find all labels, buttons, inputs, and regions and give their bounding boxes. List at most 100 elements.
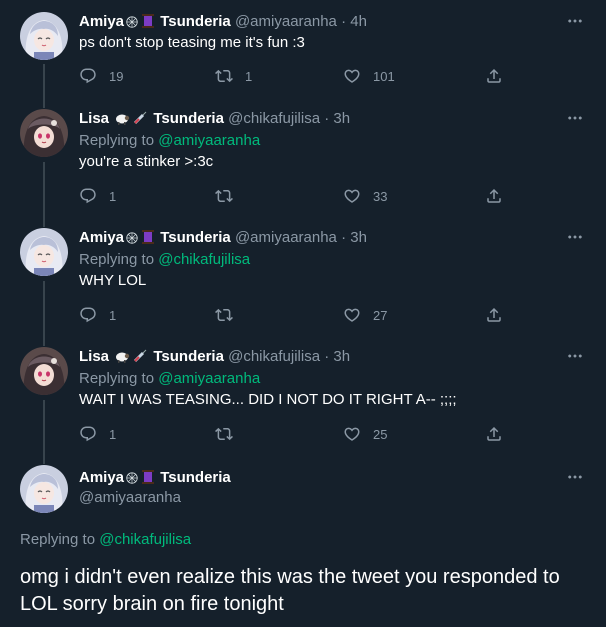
reply-icon (79, 425, 97, 443)
display-name[interactable]: Amiya (79, 229, 124, 246)
timestamp[interactable]: 4h (350, 13, 367, 30)
retweet-icon (215, 67, 233, 85)
tweet-header: Lisa Tsunderia @chikafujilisa · 3h (79, 347, 566, 367)
scroll-emoji (141, 229, 155, 251)
retweet-button[interactable] (215, 424, 245, 444)
more-icon[interactable] (566, 468, 584, 488)
avatar[interactable] (20, 12, 68, 60)
tweet[interactable]: Amiya Tsunderia @amiyaaranha · 3h Replyi… (0, 227, 606, 346)
mention-link[interactable]: @amiyaaranha (158, 132, 260, 149)
tweet-actions: 1 33 (79, 186, 499, 206)
tweet[interactable]: Amiya Tsunderia @amiyaaranha · 4h ps don… (0, 0, 606, 108)
reply-icon (79, 306, 97, 324)
timestamp[interactable]: 3h (333, 348, 350, 365)
share-button[interactable] (485, 66, 503, 86)
retweet-icon (215, 425, 233, 443)
retweet-button[interactable]: 1 (215, 66, 252, 86)
syringe-emoji (132, 110, 148, 132)
reply-icon (79, 67, 97, 85)
display-name-suffix[interactable]: Tsunderia (160, 13, 231, 30)
like-button[interactable]: 25 (343, 424, 387, 444)
display-name[interactable]: Lisa (79, 348, 109, 365)
like-count: 101 (373, 68, 395, 84)
more-icon[interactable] (566, 12, 584, 32)
retweet-button[interactable] (215, 305, 245, 325)
sheep-emoji (114, 350, 130, 370)
mention-link[interactable]: @chikafujilisa (99, 531, 191, 548)
reply-count: 1 (109, 426, 117, 442)
display-name-suffix[interactable]: Tsunderia (153, 110, 224, 127)
web-emoji (125, 231, 139, 251)
display-name-suffix[interactable]: Tsunderia (153, 348, 224, 365)
tweet-text: WHY LOL (79, 272, 147, 289)
more-icon[interactable] (566, 109, 584, 129)
display-name[interactable]: Amiya (79, 13, 124, 30)
user-handle[interactable]: @chikafujilisa (228, 348, 320, 365)
tweet-text: ps don't stop teasing me it's fun :3 (79, 34, 305, 51)
reply-count: 19 (109, 68, 124, 84)
tweet-header: Amiya Tsunderia @amiyaaranha · 3h (79, 228, 566, 248)
heart-icon (343, 425, 361, 443)
sheep-emoji (114, 112, 130, 132)
share-button[interactable] (485, 305, 503, 325)
tweet[interactable]: Lisa Tsunderia @chikafujilisa · 3h Reply… (0, 346, 606, 464)
share-icon (485, 306, 503, 324)
share-button[interactable] (485, 186, 503, 206)
reply-button[interactable]: 1 (79, 424, 116, 444)
user-handle[interactable]: @amiyaaranha (235, 13, 337, 30)
more-icon[interactable] (566, 228, 584, 248)
tweet[interactable]: Lisa Tsunderia @chikafujilisa · 3h Reply… (0, 108, 606, 227)
reply-icon (79, 187, 97, 205)
like-button[interactable]: 101 (343, 66, 395, 86)
tweet-text: you're a stinker >:3c (79, 153, 214, 170)
mention-link[interactable]: @chikafujilisa (158, 251, 250, 268)
share-icon (485, 187, 503, 205)
tweet-header: Amiya Tsunderia (79, 468, 566, 488)
retweet-button[interactable] (215, 186, 245, 206)
tweet-header: Lisa Tsunderia @chikafujilisa · 3h (79, 109, 566, 129)
user-handle[interactable]: @amiyaaranha (235, 229, 337, 246)
user-handle[interactable]: @chikafujilisa (228, 110, 320, 127)
display-name[interactable]: Amiya (79, 469, 124, 486)
syringe-emoji (132, 348, 148, 370)
tweet-actions: 19 1 101 (79, 66, 499, 86)
replying-to: Replying to @chikafujilisa (20, 531, 192, 548)
more-icon[interactable] (566, 347, 584, 367)
like-button[interactable]: 33 (343, 186, 387, 206)
tweet-text: omg i didn't even realize this was the t… (20, 566, 560, 615)
timestamp[interactable]: 3h (350, 229, 367, 246)
heart-icon (343, 67, 361, 85)
tweet-header: Amiya Tsunderia @amiyaaranha · 4h (79, 12, 566, 32)
share-button[interactable] (485, 424, 503, 444)
tweet-actions: 1 25 (79, 424, 499, 444)
retweet-icon (215, 187, 233, 205)
avatar[interactable] (20, 109, 68, 157)
share-icon (485, 67, 503, 85)
tweet-text: WAIT I WAS TEASING... DID I NOT DO IT RI… (79, 391, 457, 408)
focused-tweet: Amiya Tsunderia @amiyaaranha Replying to… (0, 464, 606, 627)
replying-to: Replying to @amiyaaranha (79, 132, 261, 149)
replying-to: Replying to @chikafujilisa (79, 251, 251, 268)
like-button[interactable]: 27 (343, 305, 387, 325)
timestamp[interactable]: 3h (333, 110, 350, 127)
heart-icon (343, 306, 361, 324)
retweet-count: 1 (245, 68, 253, 84)
user-handle[interactable]: @amiyaaranha (79, 488, 566, 508)
mention-link[interactable]: @amiyaaranha (158, 370, 260, 387)
tweet-actions: 1 27 (79, 305, 499, 325)
reply-count: 1 (109, 307, 117, 323)
avatar[interactable] (20, 465, 68, 513)
reply-count: 1 (109, 188, 117, 204)
reply-button[interactable]: 1 (79, 186, 116, 206)
replying-to: Replying to @amiyaaranha (79, 370, 261, 387)
retweet-icon (215, 306, 233, 324)
like-count: 27 (373, 307, 388, 323)
avatar[interactable] (20, 347, 68, 395)
avatar[interactable] (20, 228, 68, 276)
like-count: 25 (373, 426, 388, 442)
display-name-suffix[interactable]: Tsunderia (160, 229, 231, 246)
display-name-suffix[interactable]: Tsunderia (160, 469, 231, 486)
reply-button[interactable]: 1 (79, 305, 116, 325)
reply-button[interactable]: 19 (79, 66, 123, 86)
display-name[interactable]: Lisa (79, 110, 109, 127)
